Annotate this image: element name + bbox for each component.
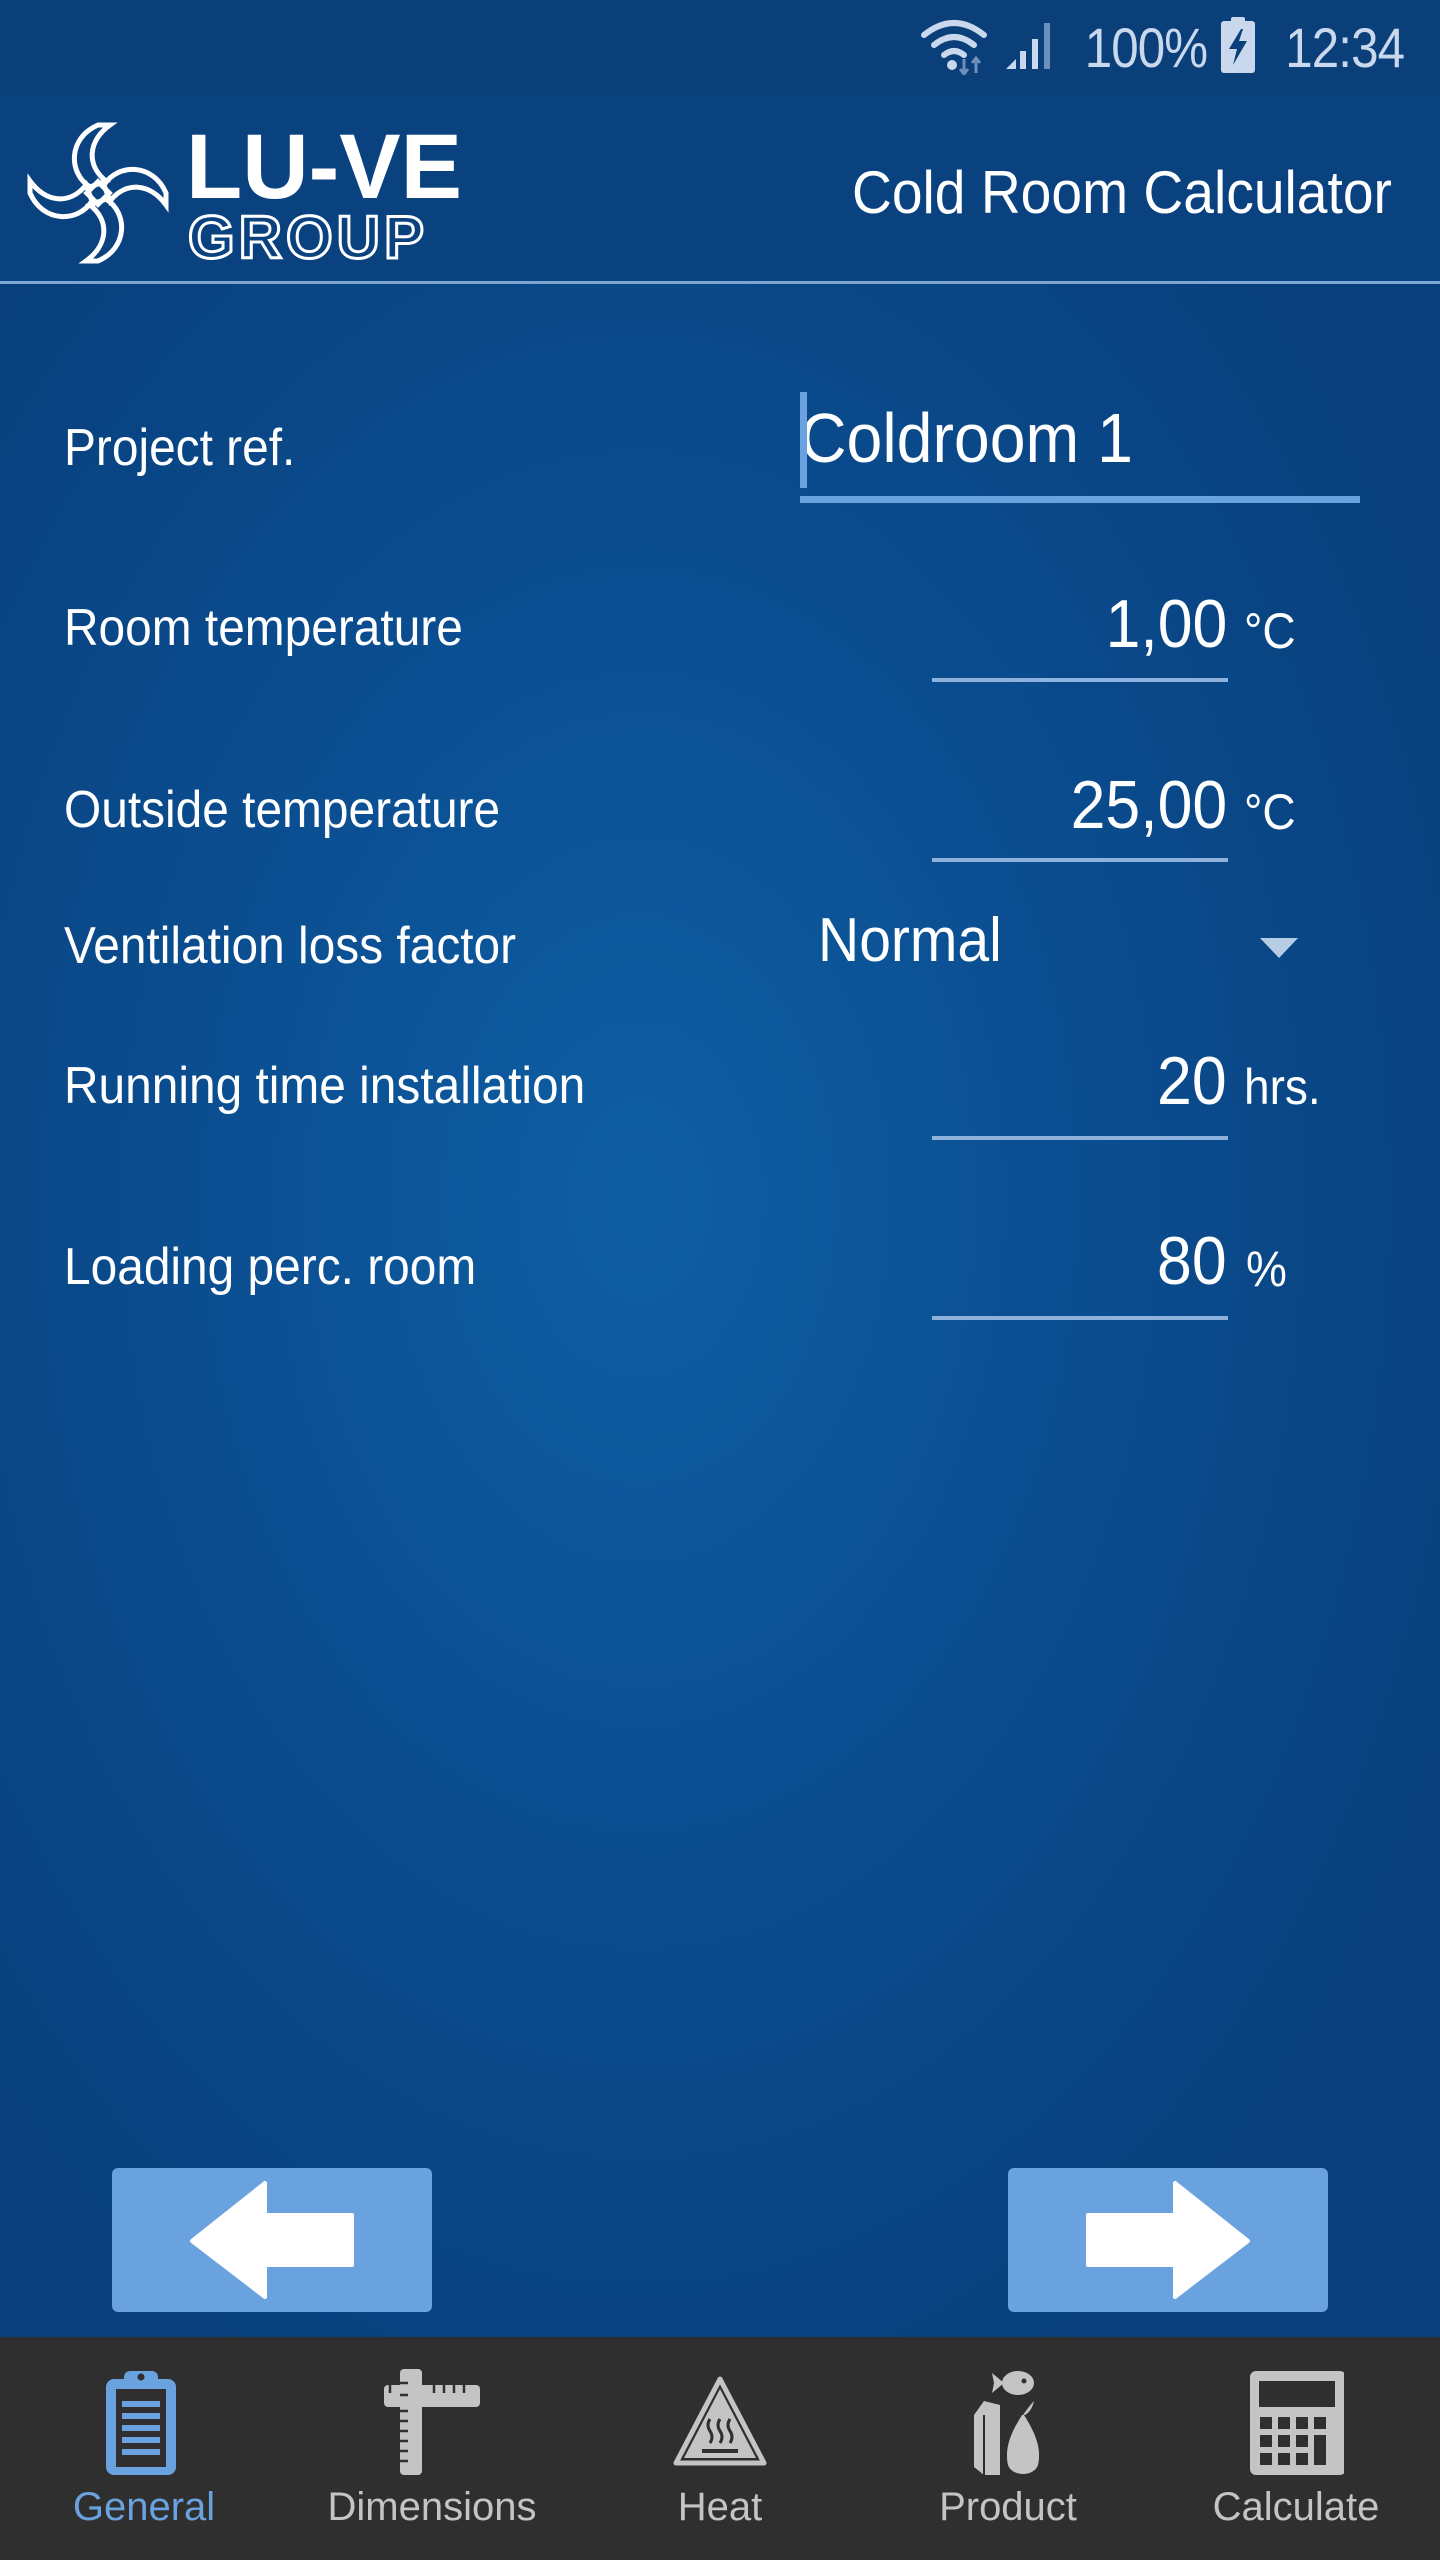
clipboard-icon	[106, 2371, 176, 2475]
outside-temperature-label: Outside temperature	[64, 781, 501, 839]
project-ref-underline	[800, 496, 1360, 503]
tab-calculate[interactable]: Calculate	[1152, 2337, 1440, 2560]
ruler-icon	[384, 2369, 480, 2475]
room-temperature-value[interactable]: 1,00	[1105, 585, 1227, 663]
fan-logo-icon: LU-VE GROUP	[26, 116, 462, 273]
lu-ve-group-logo: LU-VE GROUP	[26, 116, 506, 273]
back-button[interactable]	[112, 2168, 432, 2312]
outside-temperature-value[interactable]: 25,00	[1070, 766, 1227, 844]
ventilation-loss-factor-selected: Normal	[818, 906, 1002, 975]
running-time-value[interactable]: 20	[1157, 1042, 1227, 1120]
running-time-label: Running time installation	[64, 1057, 586, 1115]
tab-dimensions[interactable]: Dimensions	[288, 2337, 576, 2560]
battery-charging-icon	[1220, 16, 1255, 78]
tab-heat[interactable]: Heat	[576, 2337, 864, 2560]
loading-perc-label: Loading perc. room	[64, 1238, 477, 1296]
calculator-icon	[1250, 2371, 1344, 2475]
page-title: Cold Room Calculator	[852, 159, 1392, 226]
room-temperature-underline	[932, 678, 1228, 682]
bottom-tab-bar: General Dimensions Heat Product Calculat…	[0, 2337, 1440, 2560]
arrow-left-icon	[190, 2181, 354, 2299]
clock: 12:34	[1285, 15, 1405, 79]
logo-text-bottom: GROUP	[188, 204, 428, 268]
loading-perc-underline	[932, 1316, 1228, 1320]
battery-percent: 100%	[1084, 15, 1207, 79]
tab-dimensions-label: Dimensions	[327, 2485, 537, 2529]
room-temperature-label: Room temperature	[64, 599, 463, 657]
wifi-icon	[920, 15, 990, 80]
room-temperature-unit: °C	[1244, 603, 1296, 659]
running-time-underline	[932, 1136, 1228, 1140]
loading-perc-value[interactable]: 80	[1157, 1222, 1227, 1300]
outside-temperature-unit: °C	[1244, 784, 1296, 840]
tab-calculate-label: Calculate	[1212, 2485, 1380, 2529]
ventilation-loss-factor-dropdown[interactable]: Normal	[800, 905, 1320, 985]
dropdown-arrow-icon	[1260, 938, 1298, 958]
tab-general[interactable]: General	[0, 2337, 288, 2560]
tab-heat-label: Heat	[677, 2485, 763, 2529]
signal-icon	[1004, 19, 1054, 76]
food-product-icon	[974, 2371, 1040, 2475]
logo-text-top: LU-VE	[186, 118, 462, 218]
tab-product[interactable]: Product	[864, 2337, 1152, 2560]
running-time-unit: hrs.	[1244, 1059, 1321, 1115]
project-ref-label: Project ref.	[64, 419, 296, 477]
status-bar: 100% 12:34	[0, 0, 1440, 95]
tab-product-label: Product	[939, 2485, 1077, 2529]
arrow-right-icon	[1086, 2181, 1250, 2299]
project-ref-value[interactable]: Coldroom 1	[800, 398, 1133, 478]
next-button[interactable]	[1008, 2168, 1328, 2312]
ventilation-loss-factor-label: Ventilation loss factor	[64, 917, 517, 975]
header-divider	[0, 281, 1440, 284]
text-caret	[800, 392, 807, 488]
loading-perc-unit: %	[1246, 1241, 1287, 1297]
outside-temperature-underline	[932, 858, 1228, 862]
tab-general-label: General	[72, 2485, 216, 2529]
heat-warning-icon	[673, 2376, 767, 2466]
